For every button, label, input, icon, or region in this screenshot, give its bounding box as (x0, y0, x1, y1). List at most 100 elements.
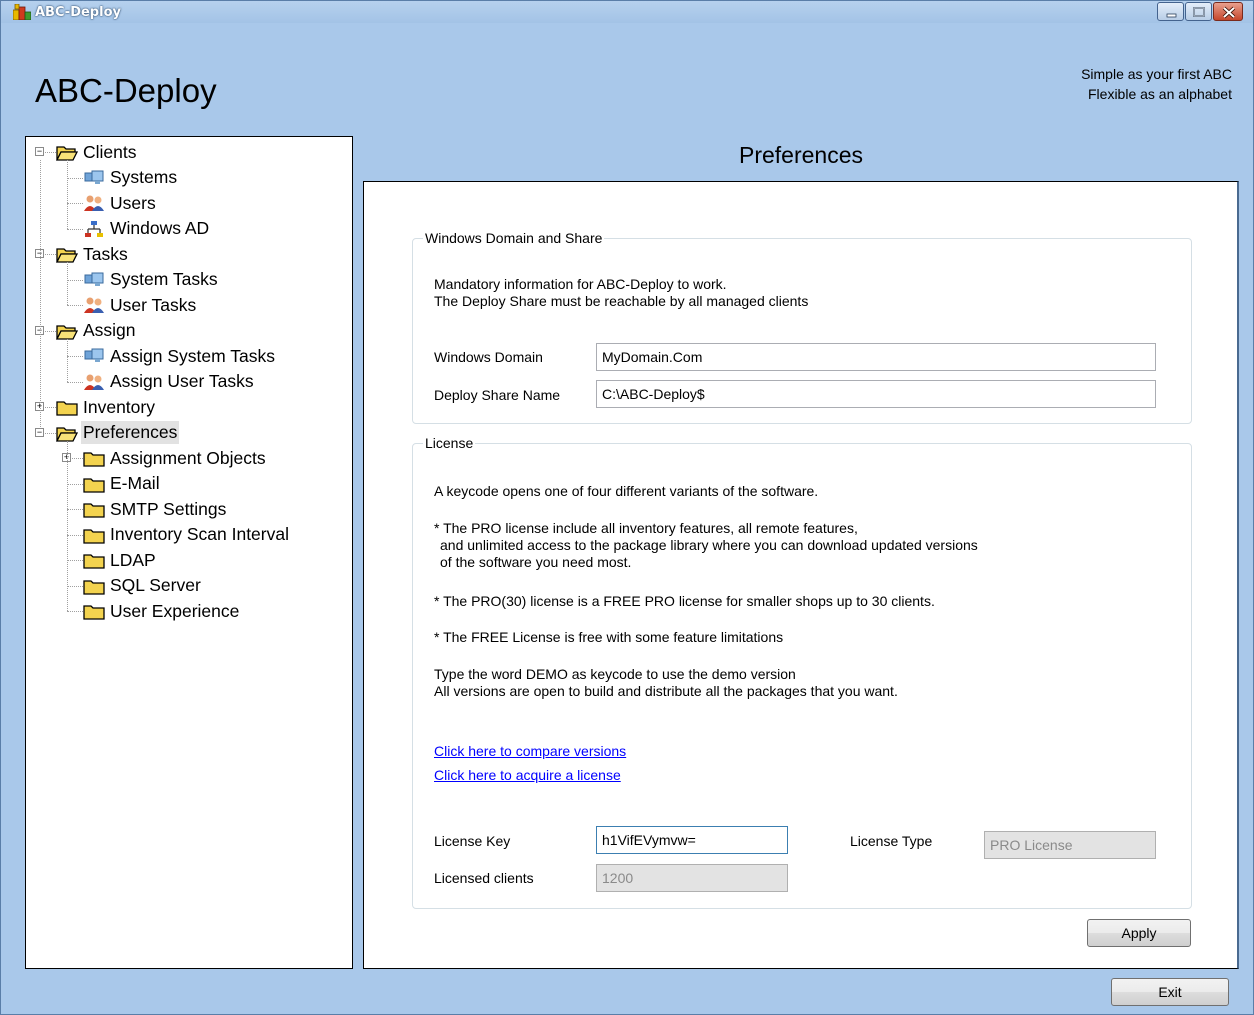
folder-open-icon (55, 424, 79, 442)
folder-icon (83, 551, 105, 569)
tree-connector (67, 509, 83, 510)
apply-button[interactable]: Apply (1087, 919, 1191, 947)
tree-connector (67, 611, 83, 612)
computers-icon (83, 271, 105, 289)
page-title: Preferences (364, 138, 1238, 174)
tree-item-label: Clients (83, 141, 137, 162)
pro30-license-text: * The PRO(30) license is a FREE PRO lice… (434, 593, 935, 609)
tree-item-assign-system-tasks[interactable]: Assign System Tasks (83, 344, 277, 368)
tree-item-label: Users (110, 192, 156, 213)
app-icon (13, 4, 31, 20)
tree-item-label: System Tasks (110, 269, 218, 289)
folder-icon (56, 398, 78, 416)
close-icon (1222, 6, 1236, 19)
licensed-clients-field (596, 864, 788, 892)
tree-item-systems[interactable]: Systems (83, 166, 179, 190)
folder-icon (83, 577, 105, 595)
pro-license-line-3: of the software you need most. (440, 554, 632, 570)
collapse-icon[interactable]: − (35, 147, 44, 156)
tree-item-windows-ad[interactable]: Windows AD (83, 217, 211, 241)
main-window: ABC-Deploy ABC-Deploy Simple as your fir… (0, 0, 1254, 1015)
license-key-input[interactable] (596, 826, 788, 854)
windows-domain-input[interactable] (596, 343, 1156, 371)
acquire-license-link[interactable]: Click here to acquire a license (434, 767, 621, 783)
tagline-line-2: Flexible as an alphabet (1088, 86, 1232, 102)
tree-item-smtp-settings[interactable]: SMTP Settings (83, 497, 228, 521)
tree-connector (67, 160, 68, 229)
tree-item-label: LDAP (110, 549, 156, 570)
tree-connector (67, 203, 83, 204)
collapse-icon[interactable]: − (35, 427, 44, 437)
tree-item-label: SMTP Settings (110, 498, 227, 519)
tree-item-label: SQL Server (110, 575, 201, 595)
license-key-label: License Key (434, 833, 511, 849)
tree-connector (67, 305, 83, 306)
tree-item-system-tasks[interactable]: System Tasks (83, 268, 220, 292)
app-title: ABC-Deploy (35, 72, 217, 109)
tree-item-label: Inventory (83, 396, 155, 417)
tree-connector (67, 279, 83, 281)
window-controls (1157, 2, 1243, 21)
compare-versions-link[interactable]: Click here to compare versions (434, 743, 626, 759)
tree-item-assign-user-tasks[interactable]: Assign User Tasks (83, 370, 256, 394)
navigation-tree[interactable]: Clients − Systems Users Windows AD Tasks − Syst… (25, 136, 353, 969)
pro-license-line-2: and unlimited access to the package libr… (440, 537, 978, 553)
computers-icon (83, 169, 105, 187)
tree-item-label: Tasks (83, 243, 128, 264)
tree-connector (67, 177, 83, 179)
folder-icon (83, 475, 105, 493)
license-intro: A keycode opens one of four different va… (434, 483, 819, 499)
free-license-text: * The FREE License is free with some fea… (434, 629, 784, 645)
tree-connector (67, 560, 83, 561)
deploy-share-input[interactable] (596, 380, 1156, 408)
exit-button[interactable]: Exit (1111, 978, 1229, 1006)
users-icon (83, 373, 105, 391)
app-header: ABC-Deploy (1, 23, 1253, 121)
folder-open-icon (55, 245, 79, 263)
preferences-panel: Windows Domain and Share Mandatory infor… (363, 181, 1239, 969)
maximize-button[interactable] (1185, 2, 1212, 21)
computers-icon (83, 347, 105, 365)
tree-item-ldap[interactable]: LDAP (83, 548, 158, 572)
license-type-field (984, 831, 1156, 859)
license-legend: License (425, 435, 474, 451)
tree-item-inventory-scan-interval[interactable]: Inventory Scan Interval (83, 523, 291, 547)
folder-open-icon (55, 322, 79, 340)
pro-license-line-1: * The PRO license include all inventory … (434, 520, 858, 536)
window-title: ABC-Deploy (35, 5, 121, 20)
tree-item-sql-server[interactable]: SQL Server (83, 574, 203, 598)
windows-domain-label: Windows Domain (434, 349, 543, 365)
tree-item-e-mail[interactable]: E-Mail (83, 472, 162, 496)
tree-item-label: Windows AD (110, 218, 210, 238)
tree-item-inventory[interactable]: Inventory (56, 395, 157, 419)
tree-item-label: Assign (83, 320, 136, 340)
tree-item-label: Assignment Objects (110, 447, 266, 468)
folder-icon (83, 526, 105, 544)
deploy-share-label: Deploy Share Name (434, 387, 561, 403)
tree-item-clients[interactable]: Clients (55, 140, 139, 164)
folder-open-icon (55, 143, 79, 161)
demo-text-line-1: Type the word DEMO as keycode to use the… (434, 666, 796, 682)
tree-connector (67, 262, 68, 305)
tree-item-user-tasks[interactable]: User Tasks (83, 293, 198, 317)
tree-item-users[interactable]: Users (83, 191, 158, 215)
license-type-label: License Type (850, 833, 933, 849)
folder-icon (83, 602, 105, 620)
tree-connector (67, 483, 83, 485)
domain-desc-line-1: Mandatory information for ABC-Deploy to … (434, 276, 727, 292)
close-button[interactable] (1213, 2, 1243, 21)
minimize-button[interactable] (1157, 2, 1184, 21)
tree-item-user-experience[interactable]: User Experience (83, 599, 241, 623)
tree-item-label: Preferences (81, 421, 180, 444)
network-tree-icon (83, 220, 105, 238)
tree-item-preferences[interactable]: Preferences (55, 421, 180, 445)
demo-text-line-2: All versions are open to build and distr… (434, 683, 898, 699)
tree-item-assignment-objects[interactable]: Assignment Objects (83, 446, 268, 470)
domain-desc-line-2: The Deploy Share must be reachable by al… (434, 293, 809, 309)
title-bar[interactable]: ABC-Deploy (1, 1, 1253, 23)
folder-icon (83, 500, 105, 518)
tree-item-label: Assign System Tasks (110, 345, 276, 366)
tree-item-assign[interactable]: Assign (55, 319, 138, 343)
licensed-clients-label: Licensed clients (434, 870, 534, 886)
tree-item-label: Systems (110, 167, 178, 187)
